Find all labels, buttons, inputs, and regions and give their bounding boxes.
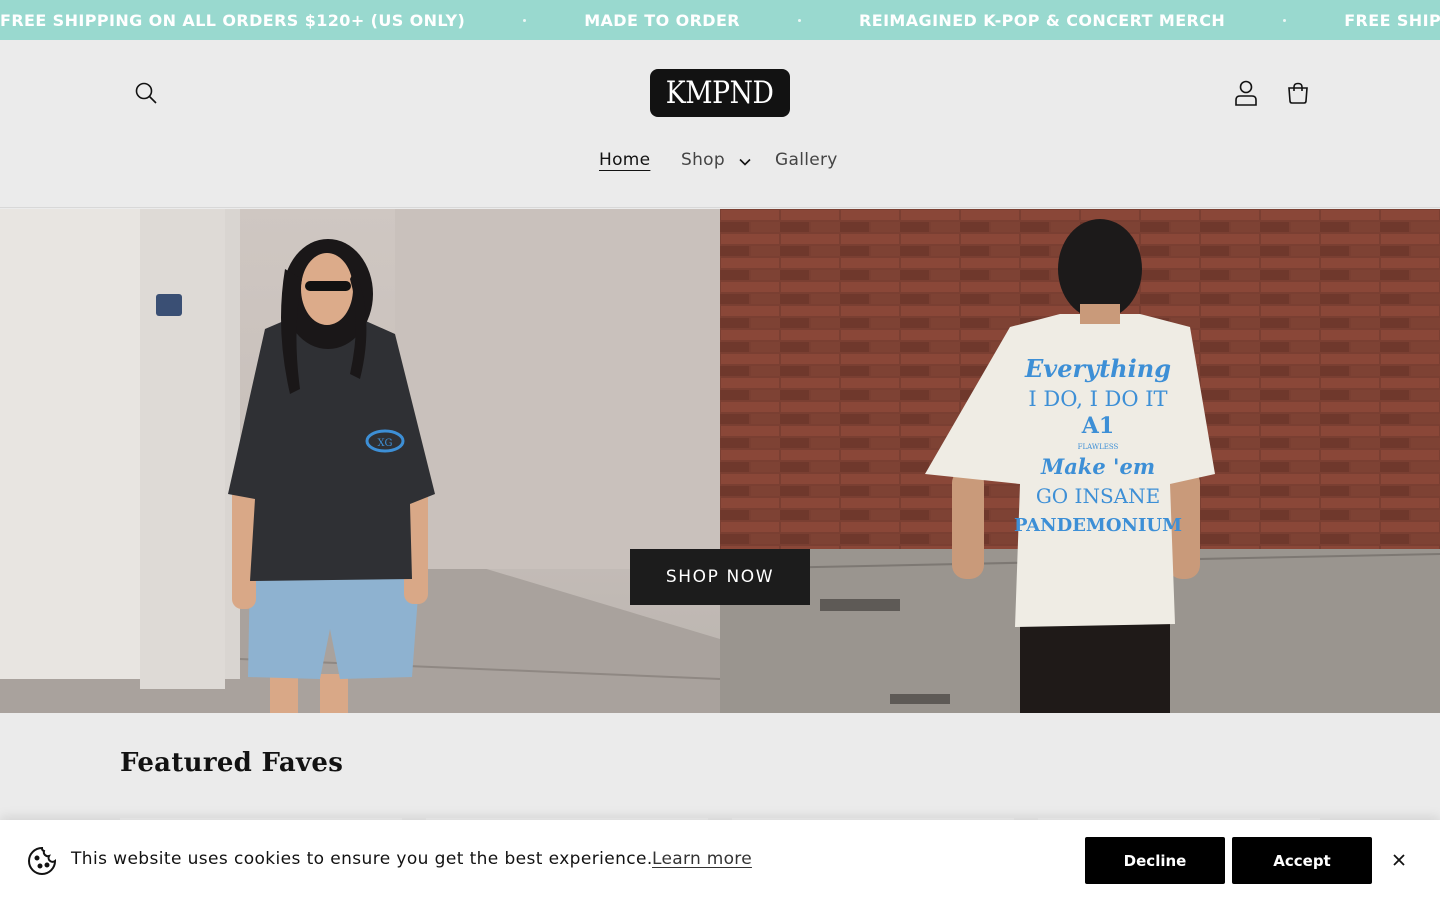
announcement-track: FREE SHIPPING ON ALL ORDERS $120+ (US ON… (0, 0, 1440, 40)
decline-button[interactable]: Decline (1085, 837, 1225, 884)
learn-more-link[interactable]: Learn more (652, 849, 752, 869)
shirt-print-line: I DO, I DO IT (1028, 387, 1167, 411)
nav-home[interactable]: Home (599, 150, 650, 170)
search-icon (135, 82, 157, 104)
shop-now-button[interactable]: SHOP NOW (630, 549, 810, 605)
nav-gallery[interactable]: Gallery (775, 150, 838, 170)
hero-photo-woman: XG (0, 209, 720, 713)
announcement-bar: FREE SHIPPING ON ALL ORDERS $120+ (US ON… (0, 0, 1440, 40)
shirt-print-line: A1 (1081, 413, 1114, 439)
cookie-banner: This website uses cookies to ensure you … (0, 820, 1440, 900)
shirt-print-line: Make 'em (1040, 454, 1155, 479)
shirt-print-line: GO INSANE (1036, 484, 1160, 508)
cart-icon (1288, 82, 1308, 104)
announcement-message: MADE TO ORDER (584, 10, 741, 30)
user-icon (1235, 80, 1257, 106)
cookie-icon (28, 846, 57, 875)
announcement-message: FREE SHIPPING O (1344, 10, 1440, 30)
hero-photo-man: Everything I DO, I DO IT A1 FLAWLESS Mak… (720, 209, 1440, 713)
hero-image-right: Everything I DO, I DO IT A1 FLAWLESS Mak… (720, 209, 1440, 713)
shirt-print-line: Everything (1024, 354, 1171, 383)
logo-text: KMPND (666, 74, 774, 111)
account-button[interactable] (1224, 71, 1268, 115)
announcement-message: REIMAGINED K-POP & CONCERT MERCH (859, 10, 1226, 30)
search-button[interactable] (124, 71, 168, 115)
chevron-down-icon[interactable] (739, 158, 751, 166)
close-icon (1393, 854, 1405, 866)
accept-button[interactable]: Accept (1232, 837, 1372, 884)
shirt-print-line: FLAWLESS (1078, 443, 1119, 451)
close-button[interactable] (1385, 846, 1413, 874)
cart-button[interactable] (1276, 71, 1320, 115)
announcement-separator (798, 18, 802, 22)
site-header: KMPND Home Shop Gallery (0, 40, 1440, 208)
announcement-message: FREE SHIPPING ON ALL ORDERS $120+ (US ON… (0, 10, 466, 30)
shirt-print-line: PANDEMONIUM (1014, 515, 1182, 536)
cookie-message: This website uses cookies to ensure you … (71, 849, 653, 869)
announcement-separator (1283, 18, 1287, 22)
site-logo[interactable]: KMPND (650, 69, 790, 117)
shirt-print-xg: XG (377, 438, 392, 449)
nav-shop[interactable]: Shop (681, 150, 725, 170)
main-nav: Home Shop Gallery (0, 146, 1440, 182)
featured-title: Featured Faves (120, 748, 344, 778)
hero-image-left: XG (0, 209, 720, 713)
announcement-separator (523, 18, 527, 22)
hero-banner: XG Everything I DO, I DO IT A1 FLAWLESS … (0, 209, 1440, 713)
